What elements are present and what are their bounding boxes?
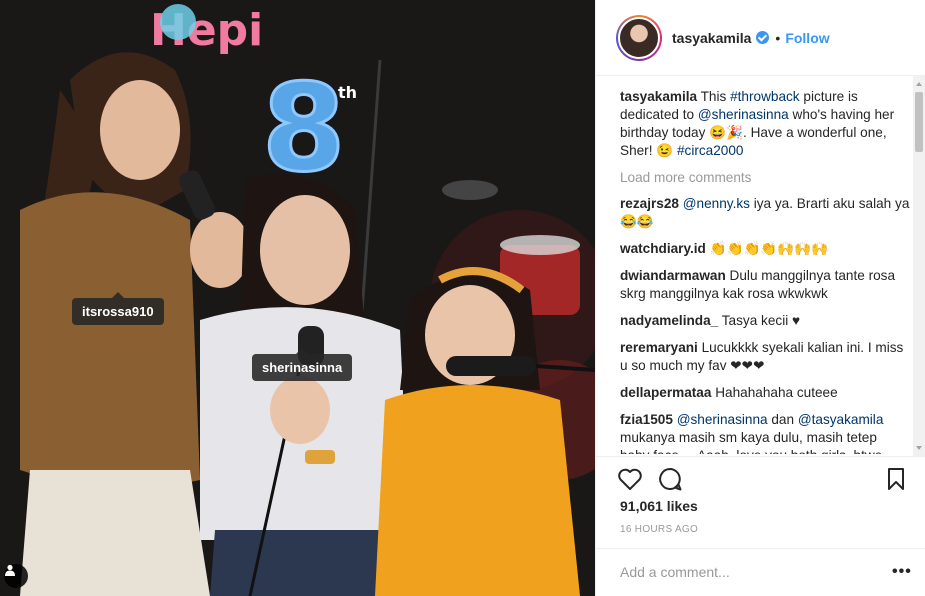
comments-list: tasyakamila This #throwback picture is d… — [620, 88, 910, 454]
list-item: watchdiary.id 👏👏👏👏🙌🙌🙌 — [620, 240, 910, 258]
more-options-button[interactable]: ••• — [892, 563, 912, 581]
comment-username[interactable]: tasyakamila — [620, 89, 697, 104]
avatar[interactable] — [616, 14, 662, 61]
post-caption: tasyakamila This #throwback picture is d… — [620, 88, 910, 160]
post-timestamp: 16 HOURS AGO — [620, 524, 699, 535]
comments-scrollbar[interactable] — [913, 76, 925, 456]
tag-sherinasinna[interactable]: sherinasinna — [252, 348, 353, 381]
comment-username[interactable]: dellapermataa — [620, 385, 711, 400]
mention-link[interactable]: @nenny.ks — [683, 196, 750, 211]
comment-username[interactable]: rezajrs28 — [620, 196, 679, 211]
comment-text: Hahahahaha cuteee — [711, 385, 838, 400]
comment-icon[interactable] — [656, 465, 684, 493]
comment-username[interactable]: reremaryani — [620, 340, 698, 355]
comment-text: Tasya kecii ♥ — [718, 313, 801, 328]
list-item: dwiandarmawan Dulu manggilnya tante rosa… — [620, 267, 910, 303]
comment-text: This — [700, 89, 731, 104]
add-comment-bar: ••• — [596, 548, 925, 596]
follow-button[interactable]: Follow — [785, 30, 829, 46]
mention-link[interactable]: #circa2000 — [677, 143, 744, 158]
comment-username[interactable]: dwiandarmawan — [620, 268, 726, 283]
list-item: reremaryani Lucukkkk syekali kalian ini.… — [620, 339, 910, 375]
verified-badge-icon — [756, 31, 770, 44]
list-item: fzia1505 @sherinasinna dan @tasyakamila … — [620, 411, 910, 454]
separator-dot: • — [775, 29, 781, 46]
tag-itsrossa910[interactable]: itsrossa910 — [72, 292, 164, 325]
mention-link[interactable]: #throwback — [730, 89, 800, 104]
user-tag-icon[interactable] — [4, 564, 28, 588]
bookmark-icon[interactable] — [882, 465, 910, 493]
comment-username[interactable]: nadyamelinda_ — [620, 313, 718, 328]
scroll-thumb[interactable] — [915, 92, 923, 152]
mention-link[interactable]: @tasyakamila — [798, 412, 884, 427]
list-item: rezajrs28 @nenny.ks iya ya. Brarti aku s… — [620, 195, 910, 231]
comment-username[interactable]: fzia1505 — [620, 412, 673, 427]
post-photo[interactable]: Hepi 8 th itsrossa910 sherinasinna — [0, 0, 595, 596]
list-item: dellapermataa Hahahahaha cuteee — [620, 384, 910, 402]
scroll-down-arrow-icon[interactable] — [916, 446, 922, 450]
load-more-comments-button[interactable]: Load more comments — [620, 169, 910, 187]
post-header: tasyakamila • Follow — [596, 0, 925, 76]
heart-icon[interactable] — [616, 465, 644, 493]
comment-text: dan — [767, 412, 798, 427]
mention-link[interactable]: @sherinasinna — [677, 412, 768, 427]
comment-text: mukanya masih sm kaya dulu, masih tetep … — [620, 430, 882, 454]
person-glyph — [5, 564, 15, 576]
comment-text: 👏👏👏👏🙌🙌🙌 — [705, 241, 829, 256]
header-username[interactable]: tasyakamila — [672, 30, 751, 46]
comment-input[interactable] — [620, 561, 860, 583]
comment-items: rezajrs28 @nenny.ks iya ya. Brarti aku s… — [620, 195, 910, 454]
likes-count[interactable]: 91,061 likes — [620, 498, 698, 514]
action-bar — [596, 456, 925, 500]
list-item: nadyamelinda_ Tasya kecii ♥ — [620, 312, 910, 330]
post-sidebar: tasyakamila • Follow tasyakamila This #t… — [595, 0, 925, 596]
mention-link[interactable]: @sherinasinna — [698, 107, 789, 122]
comment-username[interactable]: watchdiary.id — [620, 241, 706, 256]
scroll-up-arrow-icon[interactable] — [916, 82, 922, 86]
number-suffix-text: th — [338, 83, 357, 102]
